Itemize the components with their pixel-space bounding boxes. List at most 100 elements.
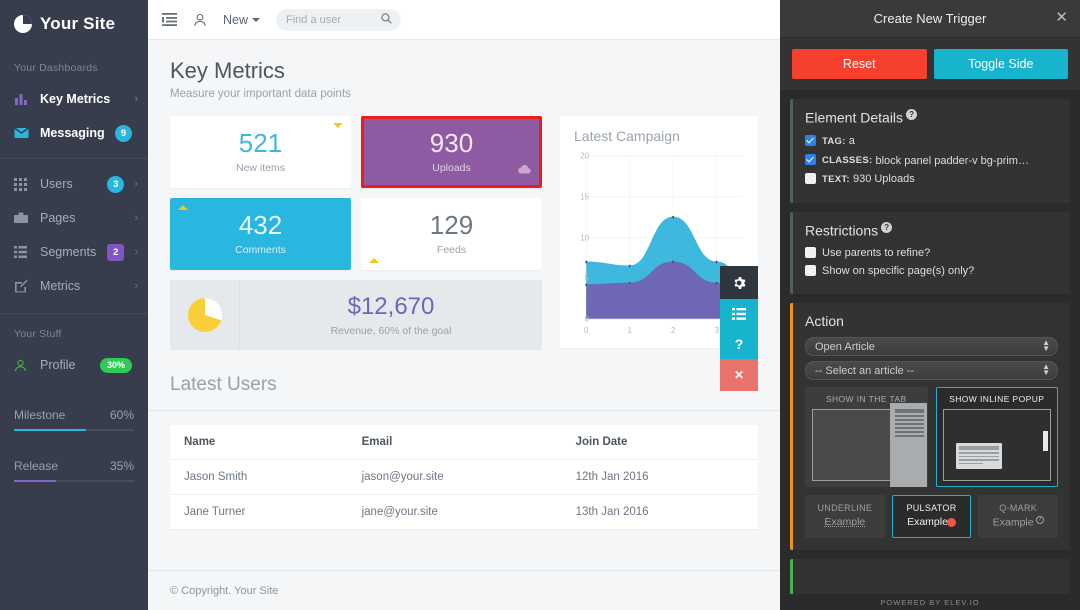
section-title-text: Restrictions <box>805 222 879 239</box>
app-root: Your Site Your Dashboards Key Metrics › … <box>0 0 1080 610</box>
style-example: Example <box>992 516 1034 529</box>
sidebar-item-segments[interactable]: Segments 2 › <box>0 235 148 269</box>
list-icon[interactable] <box>720 299 758 329</box>
users-table: Name Email Join Date Jason Smith jason@your… <box>170 425 758 529</box>
checkbox-specific-pages[interactable] <box>805 265 816 277</box>
sidebar-item-messaging[interactable]: Messaging 9 <box>0 116 148 150</box>
element-details-title: Element Details? <box>805 109 1058 126</box>
panel-footer: POWERED BY ELEV.IO <box>780 594 1080 610</box>
meter-label: Release <box>14 459 59 473</box>
brand[interactable]: Your Site <box>0 0 148 48</box>
metric-card-new-items[interactable]: 521 New items <box>170 116 351 188</box>
envelope-icon <box>14 127 34 139</box>
style-option-underline[interactable]: UNDERLINE Example <box>805 495 885 538</box>
section-title-text: Element Details <box>805 109 904 126</box>
bar-chart-icon <box>14 92 34 106</box>
metric-label: New items <box>235 162 285 174</box>
restrictions-title: Restrictions? <box>805 221 1058 239</box>
meter-track <box>14 429 134 431</box>
style-option-qmark[interactable]: Q-MARK Example? <box>978 495 1059 538</box>
detail-key: CLASSES: <box>822 154 873 166</box>
chevron-right-icon: › <box>134 212 138 224</box>
revenue-card[interactable]: $12,670 Revenue, 60% of the goal <box>170 280 542 350</box>
trend-up-icon <box>369 258 379 263</box>
sidebar: Your Site Your Dashboards Key Metrics › … <box>0 0 148 610</box>
table-row[interactable]: Jane Turner jane@your.site 13th Jan 2016 <box>170 495 758 530</box>
chart-title: Latest Campaign <box>574 128 680 144</box>
checkbox-text[interactable] <box>805 172 816 184</box>
close-icon[interactable]: ✕ <box>1055 10 1068 25</box>
list-indent-icon[interactable] <box>162 13 177 26</box>
metric-card-feeds[interactable]: 129 Feeds <box>361 198 542 270</box>
sidebar-item-profile[interactable]: Profile 30% <box>0 348 148 382</box>
detail-value: 930 Uploads <box>852 172 915 185</box>
create-trigger-panel: Create New Trigger ✕ Reset Toggle Side E… <box>780 0 1080 610</box>
search-icon <box>381 11 392 29</box>
meter-value: 35% <box>109 459 134 473</box>
style-example: Example <box>907 516 948 529</box>
checkbox-tag[interactable] <box>805 134 816 146</box>
gear-icon[interactable] <box>720 266 758 299</box>
metric-card-comments[interactable]: 432 Comments <box>170 198 351 270</box>
sidebar-item-users[interactable]: Users 3 › <box>0 167 148 201</box>
next-section-title <box>805 569 1058 584</box>
meter-milestone: Milestone 60% <box>0 398 148 431</box>
sidebar-section-dashboards-label: Your Dashboards <box>14 62 98 74</box>
chart-float-toolbar: ? ✕ <box>720 266 758 391</box>
checkbox-classes[interactable] <box>805 153 816 165</box>
action-type-select[interactable]: Open Article ▲ ▼ <box>805 337 1058 357</box>
metric-label: Uploads <box>432 162 471 174</box>
search-input[interactable] <box>286 13 392 26</box>
panel-action-buttons: Reset Toggle Side <box>780 38 1080 90</box>
restriction-row-parents: Use parents to refine? <box>805 246 1058 260</box>
toggle-side-button[interactable]: Toggle Side <box>933 49 1068 79</box>
help-icon[interactable]: ? <box>906 109 918 120</box>
help-icon[interactable]: ? <box>881 221 893 233</box>
panel-header: Create New Trigger ✕ <box>780 0 1080 38</box>
new-dropdown-button[interactable]: New <box>223 12 261 27</box>
sidebar-group-nav: Users 3 › Pages › Segments 2 › Metrics › <box>0 159 148 314</box>
question-icon[interactable]: ? <box>720 329 758 359</box>
topbar: New <box>148 0 780 40</box>
page-footer: © Copyright. Your Site <box>148 570 780 610</box>
search-box[interactable] <box>276 8 402 31</box>
list-icon <box>14 246 34 258</box>
sidebar-item-label: Users <box>40 177 73 191</box>
table-row[interactable]: Jason Smith jason@your.site 12th Jan 2016 <box>170 459 758 495</box>
option-show-in-tab[interactable]: SHOW IN THE TAB <box>805 387 928 488</box>
style-example-wrap: Example? <box>981 516 1055 529</box>
chevron-right-icon: › <box>134 178 138 190</box>
close-icon[interactable]: ✕ <box>720 359 758 391</box>
user-icon[interactable] <box>193 13 207 27</box>
style-option-pulsator[interactable]: PULSATOR Example <box>891 495 972 538</box>
table-header-row: Name Email Join Date <box>170 425 758 460</box>
page-title: Key Metrics <box>170 58 285 83</box>
sidebar-item-label: Key Metrics <box>40 92 111 106</box>
table-cell: 13th Jan 2016 <box>575 506 649 518</box>
metric-cards-column: 521 New items 930 Uploads 432 Comments 1… <box>170 116 542 350</box>
style-example-wrap: Example <box>895 516 969 528</box>
sidebar-item-metrics[interactable]: Metrics › <box>0 269 148 303</box>
option-show-inline-popup[interactable]: SHOW INLINE POPUP <box>935 387 1058 488</box>
article-select[interactable]: -- Select an article -- ▲ ▼ <box>805 361 1058 381</box>
metric-card-uploads[interactable]: 930 Uploads <box>361 116 542 188</box>
display-mode-options: SHOW IN THE TAB SHOW INLINE POPUP <box>805 387 1058 488</box>
sidebar-item-key-metrics[interactable]: Key Metrics › <box>0 82 148 116</box>
table-cell: Jane Turner <box>184 506 246 518</box>
metric-value: 521 <box>238 128 283 158</box>
sidebar-item-pages[interactable]: Pages › <box>0 201 148 235</box>
metric-label: Comments <box>235 244 286 256</box>
new-dropdown-label: New <box>223 12 249 27</box>
style-title: PULSATOR <box>906 503 957 514</box>
checkbox-use-parents[interactable] <box>805 247 816 259</box>
briefcase-icon <box>14 212 34 224</box>
restriction-label: Use parents to refine? <box>822 247 931 260</box>
reset-button[interactable]: Reset <box>792 49 927 79</box>
page-subtitle: Measure your important data points <box>170 88 351 100</box>
sidebar-item-label: Messaging <box>40 126 105 140</box>
sidebar-group-dashboards: Key Metrics › Messaging 9 <box>0 82 148 159</box>
detail-key: TAG: <box>822 135 846 147</box>
user-icon <box>14 359 34 372</box>
chevron-right-icon: › <box>134 93 138 105</box>
dashboard-content: 521 New items 930 Uploads 432 Comments 1… <box>148 116 780 391</box>
